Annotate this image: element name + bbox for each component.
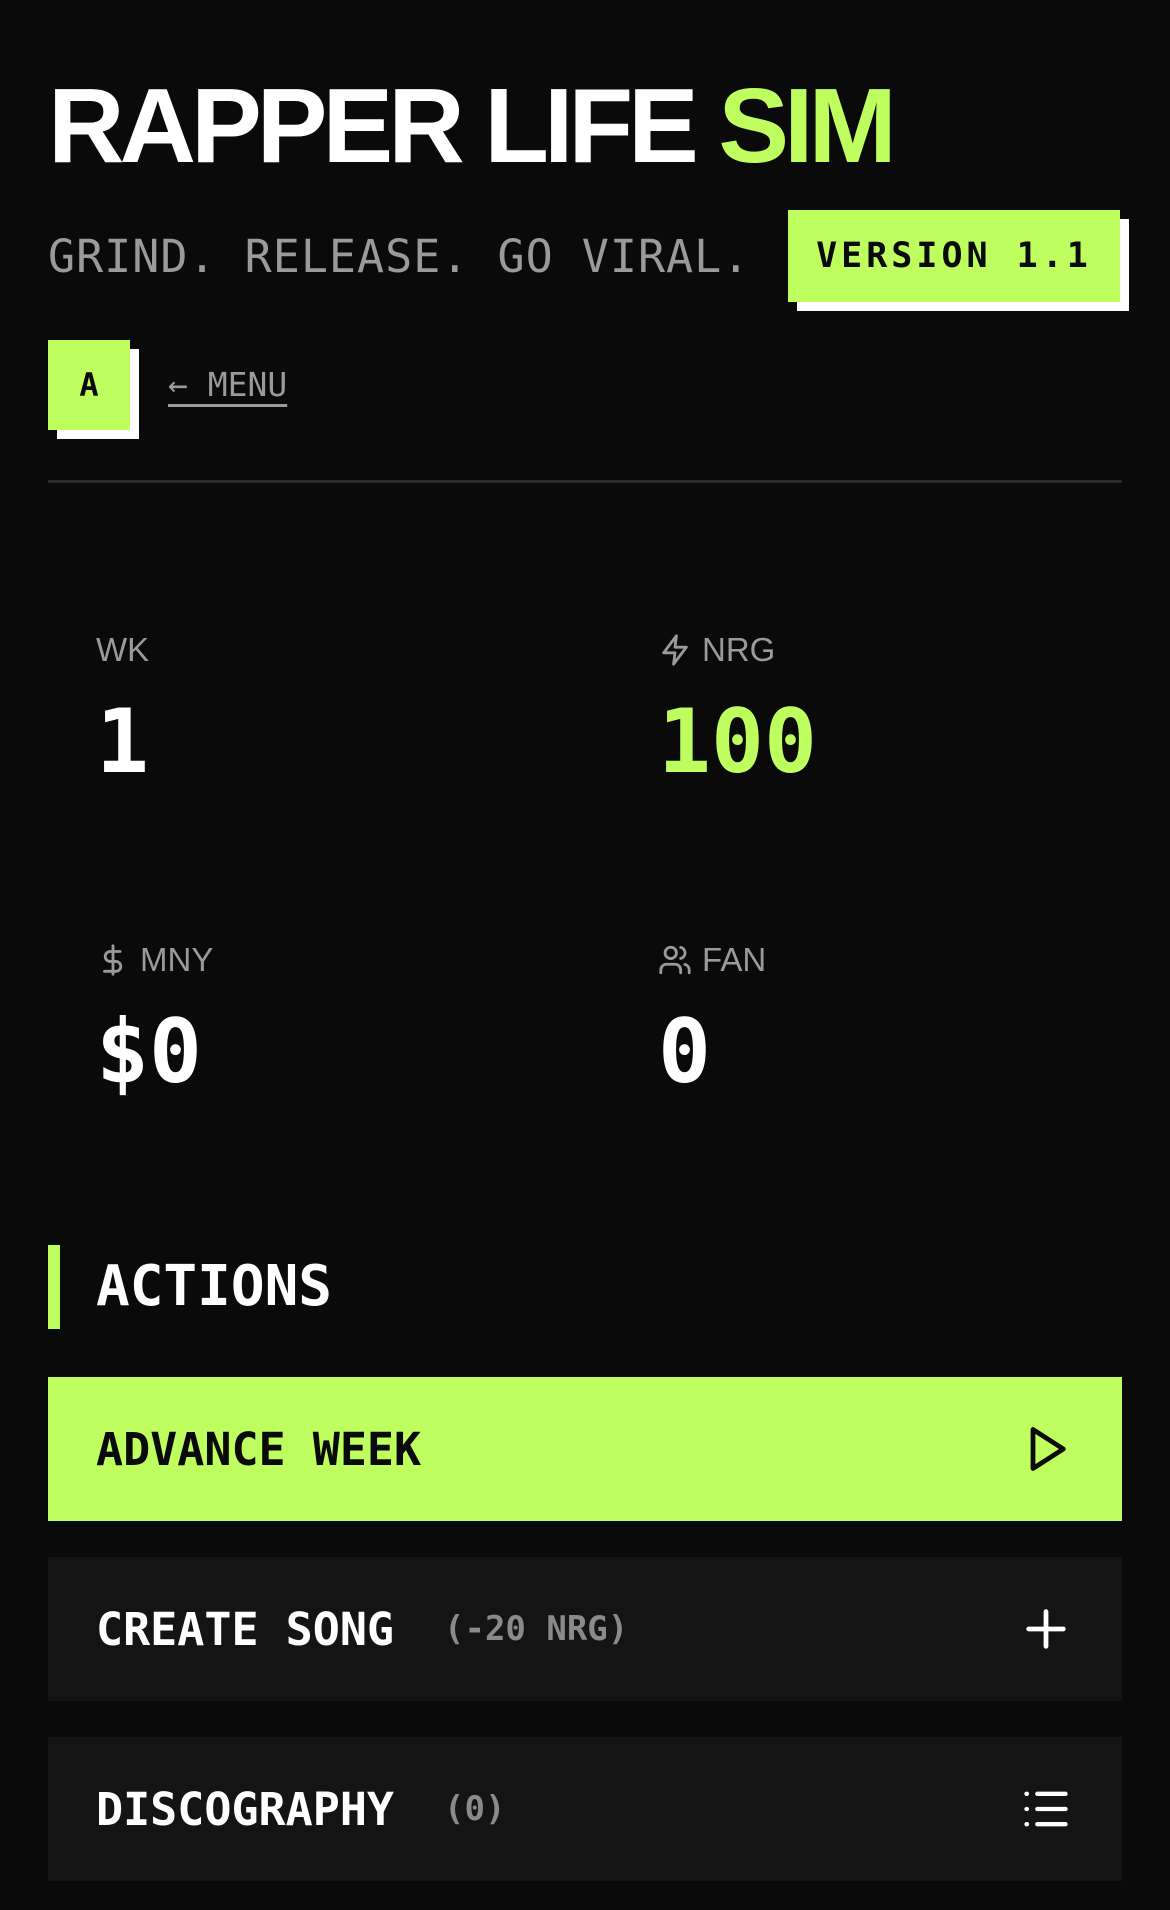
stat-week-value: 1 [96, 690, 149, 793]
dollar-icon [103, 944, 123, 976]
stat-fans-label-row: FAN [658, 940, 1138, 980]
stat-week-label-row: WK [96, 630, 576, 670]
app-title-main: RAPPER LIFE [48, 67, 699, 185]
app-title: RAPPER LIFE SIM [48, 67, 897, 185]
header-divider [48, 480, 1122, 483]
section-accent-bar [48, 1245, 60, 1329]
stat-energy-value: 100 [658, 690, 817, 793]
stat-fans: FAN 0 [658, 940, 1138, 1102]
discography-count: (0) [444, 1789, 506, 1829]
discography-label: DISCOGRAPHY [96, 1782, 395, 1836]
app-title-accent: SIM [718, 67, 896, 185]
advance-week-label: ADVANCE WEEK [96, 1422, 422, 1476]
discography-button[interactable]: DISCOGRAPHY (0) [48, 1737, 1122, 1881]
list-icon [1024, 1791, 1068, 1827]
actions-title: ACTIONS [96, 1254, 333, 1319]
create-song-cost: (-20 NRG) [444, 1609, 629, 1649]
stat-week-label: WK [96, 631, 150, 668]
stat-money: MNY $0 [96, 940, 576, 1102]
play-icon [1030, 1427, 1066, 1471]
create-song-label: CREATE SONG [96, 1602, 395, 1656]
avatar[interactable]: A [48, 340, 130, 430]
tagline: GRIND. RELEASE. GO VIRAL. [48, 230, 751, 283]
users-icon [659, 945, 691, 975]
stat-energy-label-row: NRG [658, 630, 1138, 670]
create-song-button[interactable]: CREATE SONG (-20 NRG) [48, 1557, 1122, 1701]
stat-energy: NRG 100 [658, 630, 1138, 792]
stat-week: WK 1 [96, 630, 576, 792]
plus-icon [1026, 1609, 1066, 1649]
lightning-icon [662, 634, 688, 666]
menu-link[interactable]: ← MENU [168, 365, 287, 404]
stat-money-label-row: MNY [96, 940, 576, 980]
version-badge: VERSION 1.1 [788, 210, 1120, 302]
stat-money-label: MNY [140, 941, 214, 978]
stat-fans-label: FAN [702, 941, 767, 978]
advance-week-button[interactable]: ADVANCE WEEK [48, 1377, 1122, 1521]
stat-fans-value: 0 [658, 1000, 711, 1103]
stat-money-value: $0 [96, 1000, 202, 1103]
stat-energy-label: NRG [702, 631, 776, 668]
